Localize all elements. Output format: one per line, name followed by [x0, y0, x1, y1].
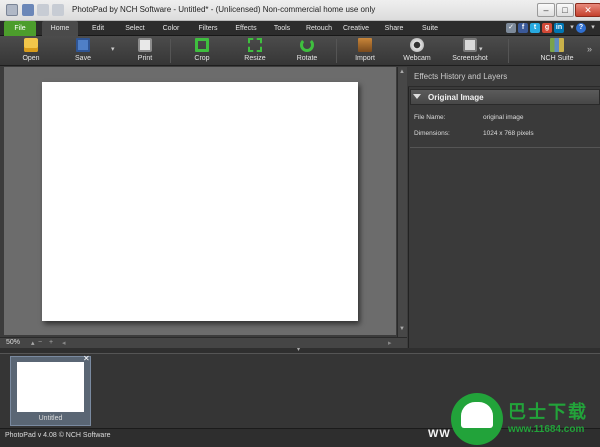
import-button[interactable]: Import	[345, 36, 385, 66]
tab-edit[interactable]: Edit	[82, 21, 114, 36]
scroll-down-arrow-icon[interactable]: ▼	[399, 326, 405, 332]
menu-tab-bar: File Home Edit Select Color Filters Effe…	[0, 21, 600, 36]
tab-suite[interactable]: Suite	[415, 21, 445, 36]
printer-icon	[138, 38, 152, 52]
thumbnail-label: Untitled	[38, 415, 63, 422]
tab-share[interactable]: Share	[379, 21, 409, 36]
crop-button[interactable]: Crop	[182, 36, 222, 66]
save-disk-icon	[76, 38, 90, 52]
watermark-logo-shape	[461, 402, 493, 428]
webcam-button[interactable]: Webcam	[397, 36, 437, 66]
zoom-level: 50%	[6, 339, 21, 346]
collapse-triangle-icon[interactable]	[413, 94, 421, 99]
rotate-icon	[300, 38, 314, 52]
vertical-scrollbar[interactable]: ▲ ▼	[397, 67, 407, 337]
crop-label: Crop	[194, 55, 210, 62]
tab-effects[interactable]: Effects	[229, 21, 263, 36]
maximize-button[interactable]: □	[556, 3, 574, 17]
open-button[interactable]: Open	[11, 36, 51, 66]
undo-icon[interactable]	[37, 4, 49, 16]
print-label: Print	[137, 55, 153, 62]
toolbar-separator	[508, 39, 509, 63]
rotate-button[interactable]: Rotate	[287, 36, 327, 66]
thumbnail-image[interactable]	[17, 362, 84, 412]
toolbar-separator	[170, 39, 171, 63]
import-icon	[358, 38, 372, 52]
linkedin-icon[interactable]: in	[554, 23, 564, 33]
watermark-site-name: 巴士下载	[508, 402, 588, 422]
resize-icon	[248, 38, 262, 52]
screenshot-dropdown-arrow-icon[interactable]: ▾	[479, 45, 483, 53]
image-canvas[interactable]	[42, 82, 358, 321]
print-button[interactable]: Print	[125, 36, 165, 66]
screenshot-button[interactable]: Screenshot	[450, 36, 490, 66]
open-label: Open	[22, 55, 40, 62]
save-button[interactable]: Save	[63, 36, 103, 66]
like-icon[interactable]: ✓	[506, 23, 516, 33]
tab-filters[interactable]: Filters	[192, 21, 224, 36]
help-dropdown-icon[interactable]: ▾	[588, 23, 598, 33]
tab-file[interactable]: File	[4, 21, 36, 36]
webcam-label: Webcam	[403, 55, 431, 62]
scroll-up-arrow-icon[interactable]: ▲	[399, 69, 405, 75]
screenshot-icon	[463, 38, 477, 52]
quick-save-icon[interactable]	[22, 4, 34, 16]
open-folder-icon	[24, 38, 38, 52]
rotate-label: Rotate	[296, 55, 318, 62]
tab-select[interactable]: Select	[118, 21, 152, 36]
tab-tools[interactable]: Tools	[267, 21, 297, 36]
facebook-icon[interactable]: f	[518, 23, 528, 33]
tab-creative[interactable]: Creative	[339, 21, 373, 36]
dimensions-value: 1024 x 768 pixels	[483, 130, 534, 137]
tab-home[interactable]: Home	[42, 21, 78, 36]
redo-icon[interactable]	[52, 4, 64, 16]
scroll-right-arrow-icon[interactable]: ▸	[388, 339, 392, 347]
minimize-button[interactable]: –	[537, 3, 555, 17]
webcam-icon	[410, 38, 424, 52]
watermark-www: WW	[428, 428, 451, 440]
file-name-value: original image	[483, 114, 524, 121]
crop-icon	[195, 38, 209, 52]
scroll-left-arrow-icon[interactable]: ◂	[62, 339, 66, 347]
nch-suite-icon	[550, 38, 564, 52]
tab-retouch[interactable]: Retouch	[300, 21, 338, 36]
google-plus-icon[interactable]: g	[542, 23, 552, 33]
effects-panel-title: Effects History and Layers	[408, 67, 600, 87]
close-button[interactable]: ✕	[575, 3, 600, 17]
file-name-key: File Name:	[414, 114, 446, 121]
app-logo-icon	[6, 4, 18, 16]
ribbon-toolbar: Open Save ▾ Print Crop Resize Rotate Imp…	[0, 36, 600, 66]
import-label: Import	[355, 55, 375, 62]
help-icon[interactable]: ?	[576, 23, 586, 33]
zoom-in-icon[interactable]: +	[49, 339, 53, 346]
title-bar: PhotoPad by NCH Software - Untitled* - (…	[0, 0, 600, 21]
splitter-arrow-icon[interactable]: ▾	[297, 346, 300, 353]
zoom-bar: 50% ▴ − + ◂ ▸	[0, 337, 407, 348]
window-title: PhotoPad by NCH Software - Untitled* - (…	[72, 5, 376, 14]
save-label: Save	[75, 55, 91, 62]
status-text: PhotoPad v 4.08 © NCH Software	[5, 432, 111, 439]
toolbar-overflow-icon[interactable]: »	[587, 44, 592, 54]
tab-color[interactable]: Color	[156, 21, 186, 36]
original-image-section[interactable]: Original Image	[410, 89, 600, 105]
dimensions-key: Dimensions:	[414, 130, 450, 137]
zoom-in-arrow-icon[interactable]: ▴	[31, 339, 35, 347]
panel-divider	[410, 147, 600, 148]
zoom-out-icon[interactable]: −	[38, 339, 42, 346]
save-dropdown-arrow-icon[interactable]: ▾	[111, 45, 115, 53]
resize-label: Resize	[244, 55, 266, 62]
twitter-icon[interactable]: t	[530, 23, 540, 33]
watermark-url: www.11684.com	[508, 424, 585, 435]
nch-suite-label: NCH Suite	[540, 55, 574, 62]
effects-panel	[408, 67, 600, 349]
thumbnail-close-icon[interactable]: ✕	[83, 355, 91, 363]
nch-suite-button[interactable]: NCH Suite	[537, 36, 577, 66]
screenshot-label: Screenshot	[452, 55, 488, 62]
resize-button[interactable]: Resize	[235, 36, 275, 66]
